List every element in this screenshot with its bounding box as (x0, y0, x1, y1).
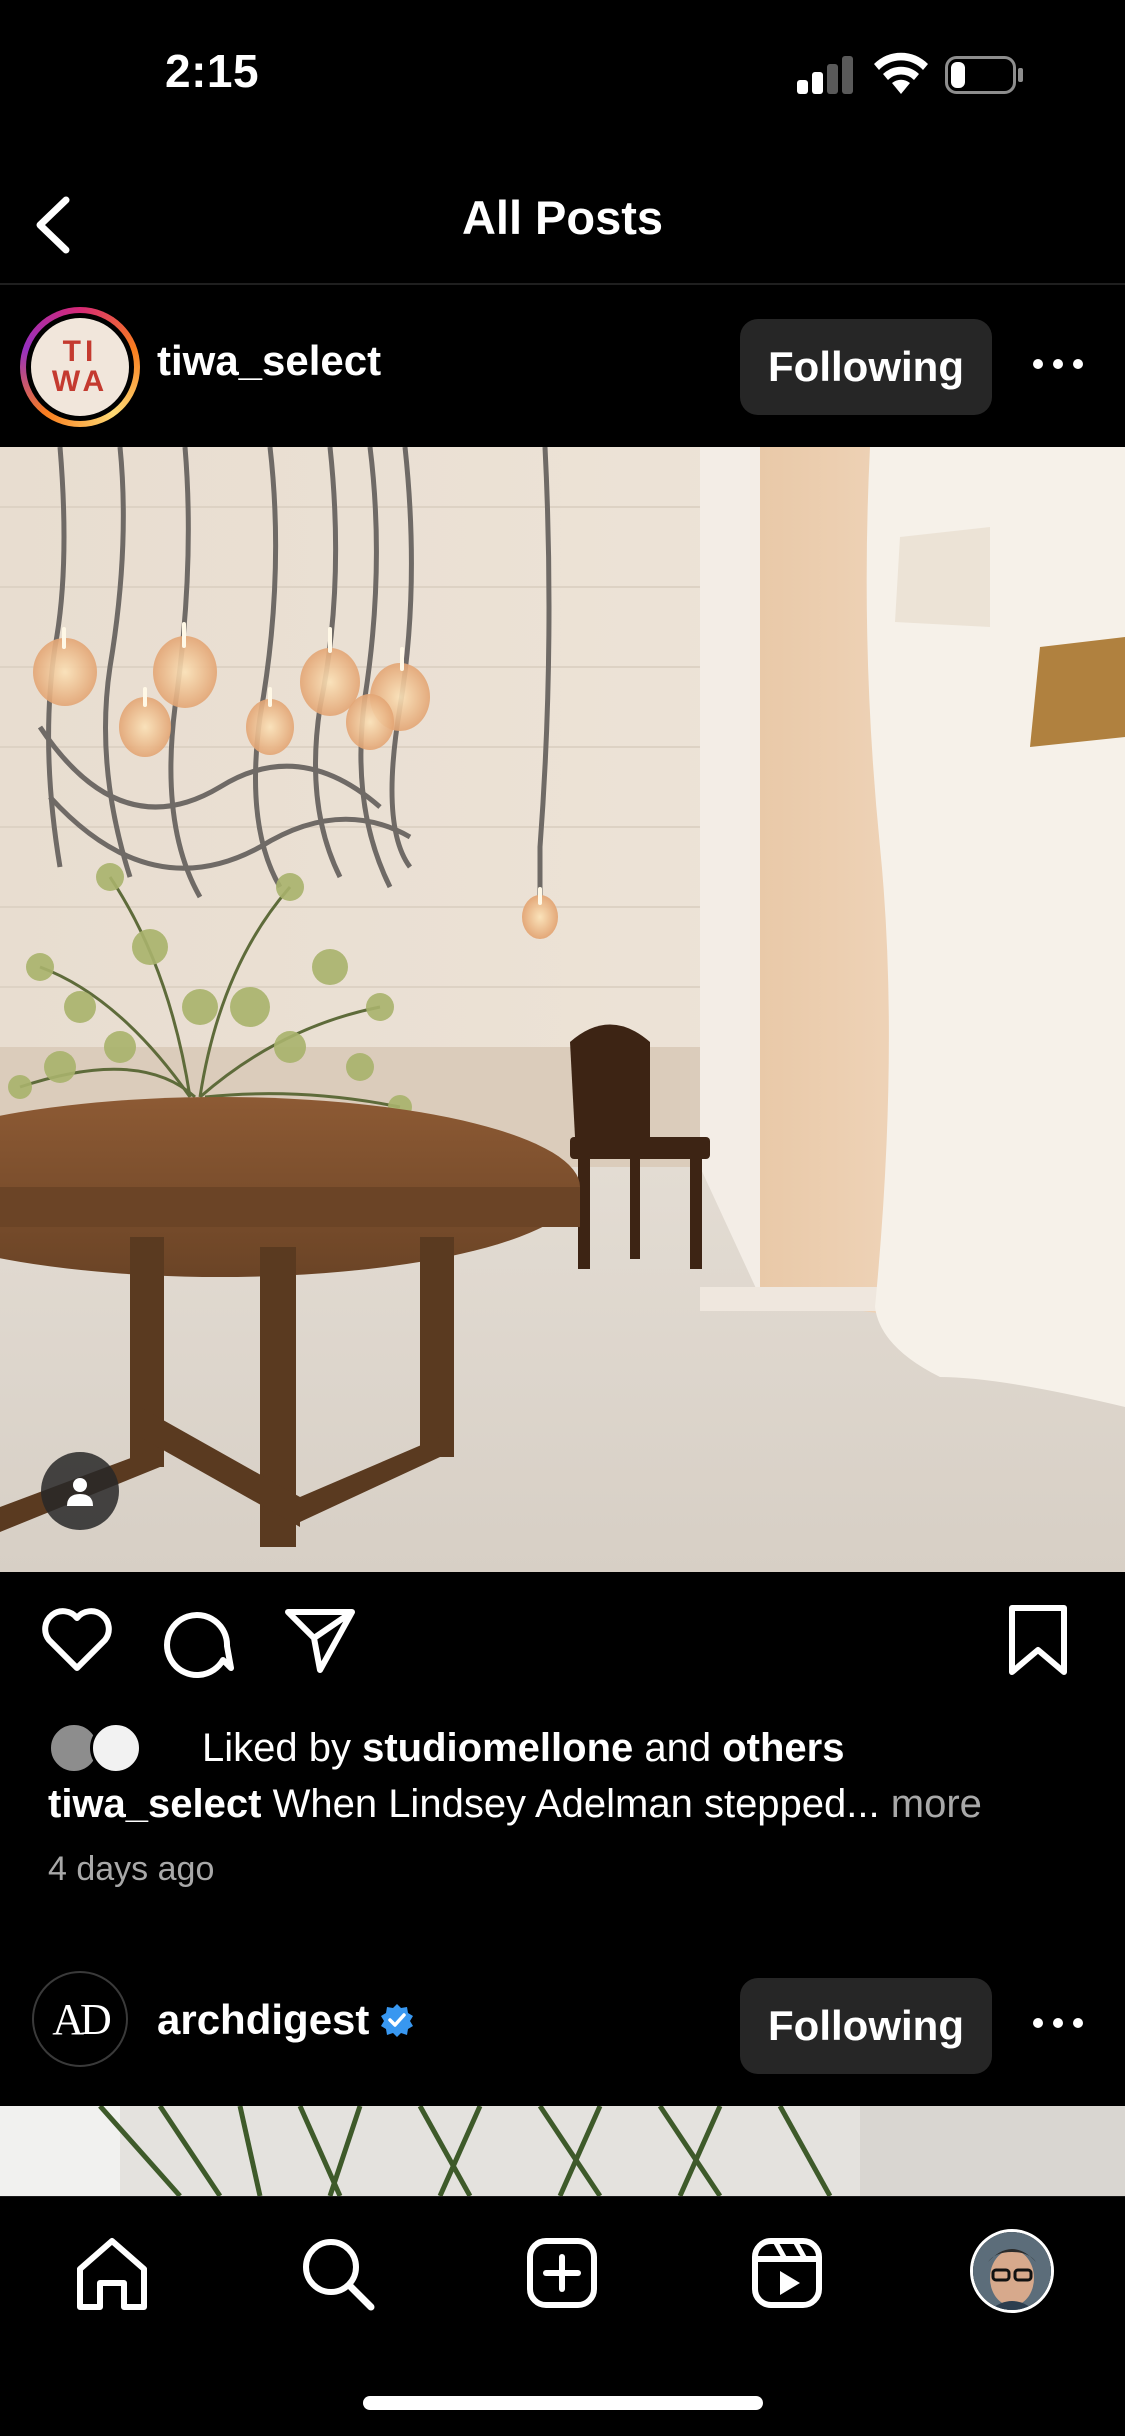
post-timestamp: 4 days ago (48, 1850, 215, 1888)
post-header: TI WA tiwa_select Following (0, 287, 1125, 447)
username-text: archdigest (157, 1996, 370, 2043)
battery-icon (945, 56, 1023, 94)
caption-username[interactable]: tiwa_select (48, 1782, 261, 1826)
tagged-people-icon[interactable] (41, 1452, 119, 1530)
status-time: 2:15 (165, 45, 260, 97)
reels-icon[interactable] (745, 2231, 829, 2315)
verified-badge-icon (381, 2003, 414, 2037)
liked-by-join: and (633, 1725, 723, 1770)
avatar-text-top: TI (62, 335, 98, 368)
avatar (90, 1722, 142, 1774)
wifi-icon (874, 52, 928, 94)
liked-by-row: Liked by studiomellone and others (48, 1722, 844, 1774)
liked-by-user[interactable]: studiomellone (362, 1726, 633, 1771)
post-image[interactable] (0, 2106, 1125, 2196)
home-indicator (363, 2396, 763, 2410)
more-options-icon[interactable] (1030, 2008, 1086, 2038)
status-bar: 2:15 (0, 0, 1125, 140)
caption-text: When Lindsey Adelman stepped... (261, 1782, 891, 1826)
more-options-icon[interactable] (1030, 349, 1086, 379)
post-header: AD archdigest Following (0, 1946, 1125, 2106)
liked-by-avatars[interactable] (48, 1722, 148, 1774)
avatar-text: AD (52, 1994, 112, 2044)
liked-by-prefix: Liked by (202, 1725, 363, 1770)
home-icon[interactable] (70, 2231, 154, 2315)
post-caption: tiwa_select When Lindsey Adelman stepped… (48, 1782, 1088, 1827)
search-icon[interactable] (295, 2231, 379, 2315)
avatar-text-bottom: WA (51, 365, 109, 398)
following-button[interactable]: Following (740, 1978, 992, 2074)
post-image[interactable] (0, 447, 1125, 1572)
avatar-story-ring[interactable]: TI WA (20, 307, 140, 427)
profile-avatar[interactable] (970, 2229, 1054, 2313)
avatar[interactable]: AD (32, 1971, 128, 2067)
bookmark-icon[interactable] (998, 1600, 1078, 1680)
caption-more-link[interactable]: more (891, 1782, 982, 1826)
heart-icon[interactable] (37, 1600, 117, 1680)
create-icon[interactable] (520, 2231, 604, 2315)
share-icon[interactable] (280, 1600, 360, 1680)
post-actions (0, 1600, 1125, 1690)
cellular-signal-icon (797, 56, 855, 94)
interior-photo (0, 447, 1125, 1572)
comment-icon[interactable] (157, 1600, 237, 1680)
username[interactable]: archdigest (157, 1996, 415, 2044)
nav-header: All Posts (0, 160, 1125, 285)
profile-photo (973, 2232, 1051, 2310)
following-button[interactable]: Following (740, 319, 992, 415)
liked-by-others[interactable]: others (722, 1726, 844, 1771)
page-title: All Posts (461, 191, 664, 244)
avatar: TI WA (31, 318, 129, 416)
username[interactable]: tiwa_select (157, 337, 381, 385)
plant-photo (0, 2106, 1125, 2196)
